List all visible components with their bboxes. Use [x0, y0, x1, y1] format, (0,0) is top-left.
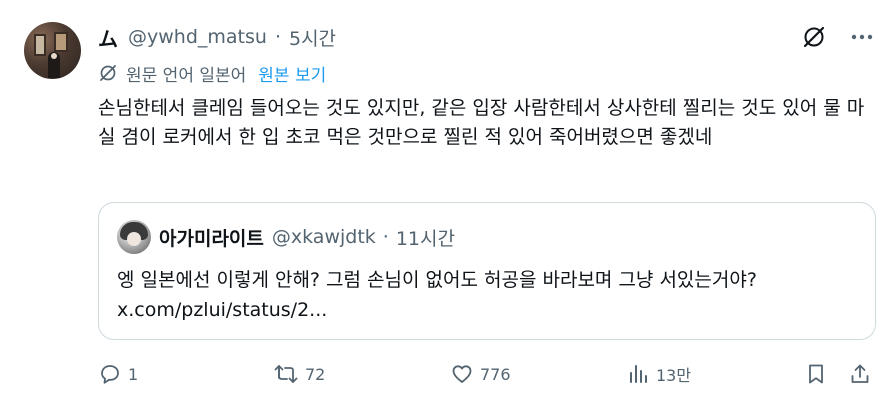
tweet-action-bar: 1 72 776 13만: [98, 356, 876, 392]
avatar-face: [127, 232, 141, 246]
grok-slash-icon[interactable]: [799, 22, 829, 52]
quoted-header-separator: ·: [382, 226, 389, 248]
reply-count: 1: [128, 364, 139, 384]
translate-icon: [98, 63, 118, 83]
like-count: 776: [480, 364, 511, 384]
tweet-top-actions: [799, 22, 877, 52]
views-bars-icon: [626, 362, 650, 386]
tweet-timestamp[interactable]: 5시간: [289, 24, 336, 51]
heart-icon: [450, 362, 474, 386]
show-original-link[interactable]: 원본 보기: [258, 61, 326, 86]
avatar-face: [51, 53, 57, 59]
translation-notice: 원문 언어 일본어 원본 보기: [98, 60, 326, 86]
like-button[interactable]: 776: [450, 356, 511, 392]
views-count: 13만: [656, 366, 692, 385]
quoted-author-avatar[interactable]: [117, 220, 151, 254]
quoted-author-handle[interactable]: @xkawjdtk: [272, 226, 376, 248]
author-display-name[interactable]: ム: [98, 23, 118, 52]
author-handle[interactable]: @ywhd_matsu: [128, 26, 267, 48]
share-button[interactable]: [848, 356, 872, 392]
author-avatar[interactable]: [24, 22, 81, 79]
tweet-header: ム @ywhd_matsu · 5시간: [98, 22, 336, 52]
avatar-art-frame: [54, 32, 68, 52]
retweet-count: 72: [305, 364, 326, 384]
header-separator: ·: [274, 26, 281, 48]
quoted-tweet-text: 엥 일본에선 이렇게 안해? 그럼 손님이 없어도 허공을 바라보며 그냥 서있…: [117, 269, 757, 321]
share-icon: [848, 362, 872, 386]
reply-button[interactable]: 1: [98, 356, 138, 392]
quoted-timestamp[interactable]: 11시간: [396, 224, 455, 251]
retweet-button[interactable]: 72: [273, 356, 325, 392]
retweet-icon: [273, 362, 299, 386]
tweet-text: 손님한테서 클레임 들어오는 것도 있지만, 같은 입장 사람한테서 상사한테 …: [98, 97, 865, 148]
original-language-label: 원문 언어 일본어: [126, 65, 247, 86]
bookmark-icon: [804, 362, 828, 386]
more-dots-icon[interactable]: [847, 22, 877, 52]
views-button[interactable]: 13만: [626, 356, 691, 392]
reply-icon: [98, 362, 122, 386]
bookmark-button[interactable]: [804, 356, 828, 392]
quoted-tweet[interactable]: 아가미라이트 @xkawjdtk · 11시간 엥 일본에선 이렇게 안해? 그…: [98, 202, 876, 340]
quoted-author-name[interactable]: 아가미라이트: [159, 224, 264, 251]
quoted-tweet-header: 아가미라이트 @xkawjdtk · 11시간: [117, 219, 455, 255]
avatar-art-frame: [34, 34, 46, 56]
